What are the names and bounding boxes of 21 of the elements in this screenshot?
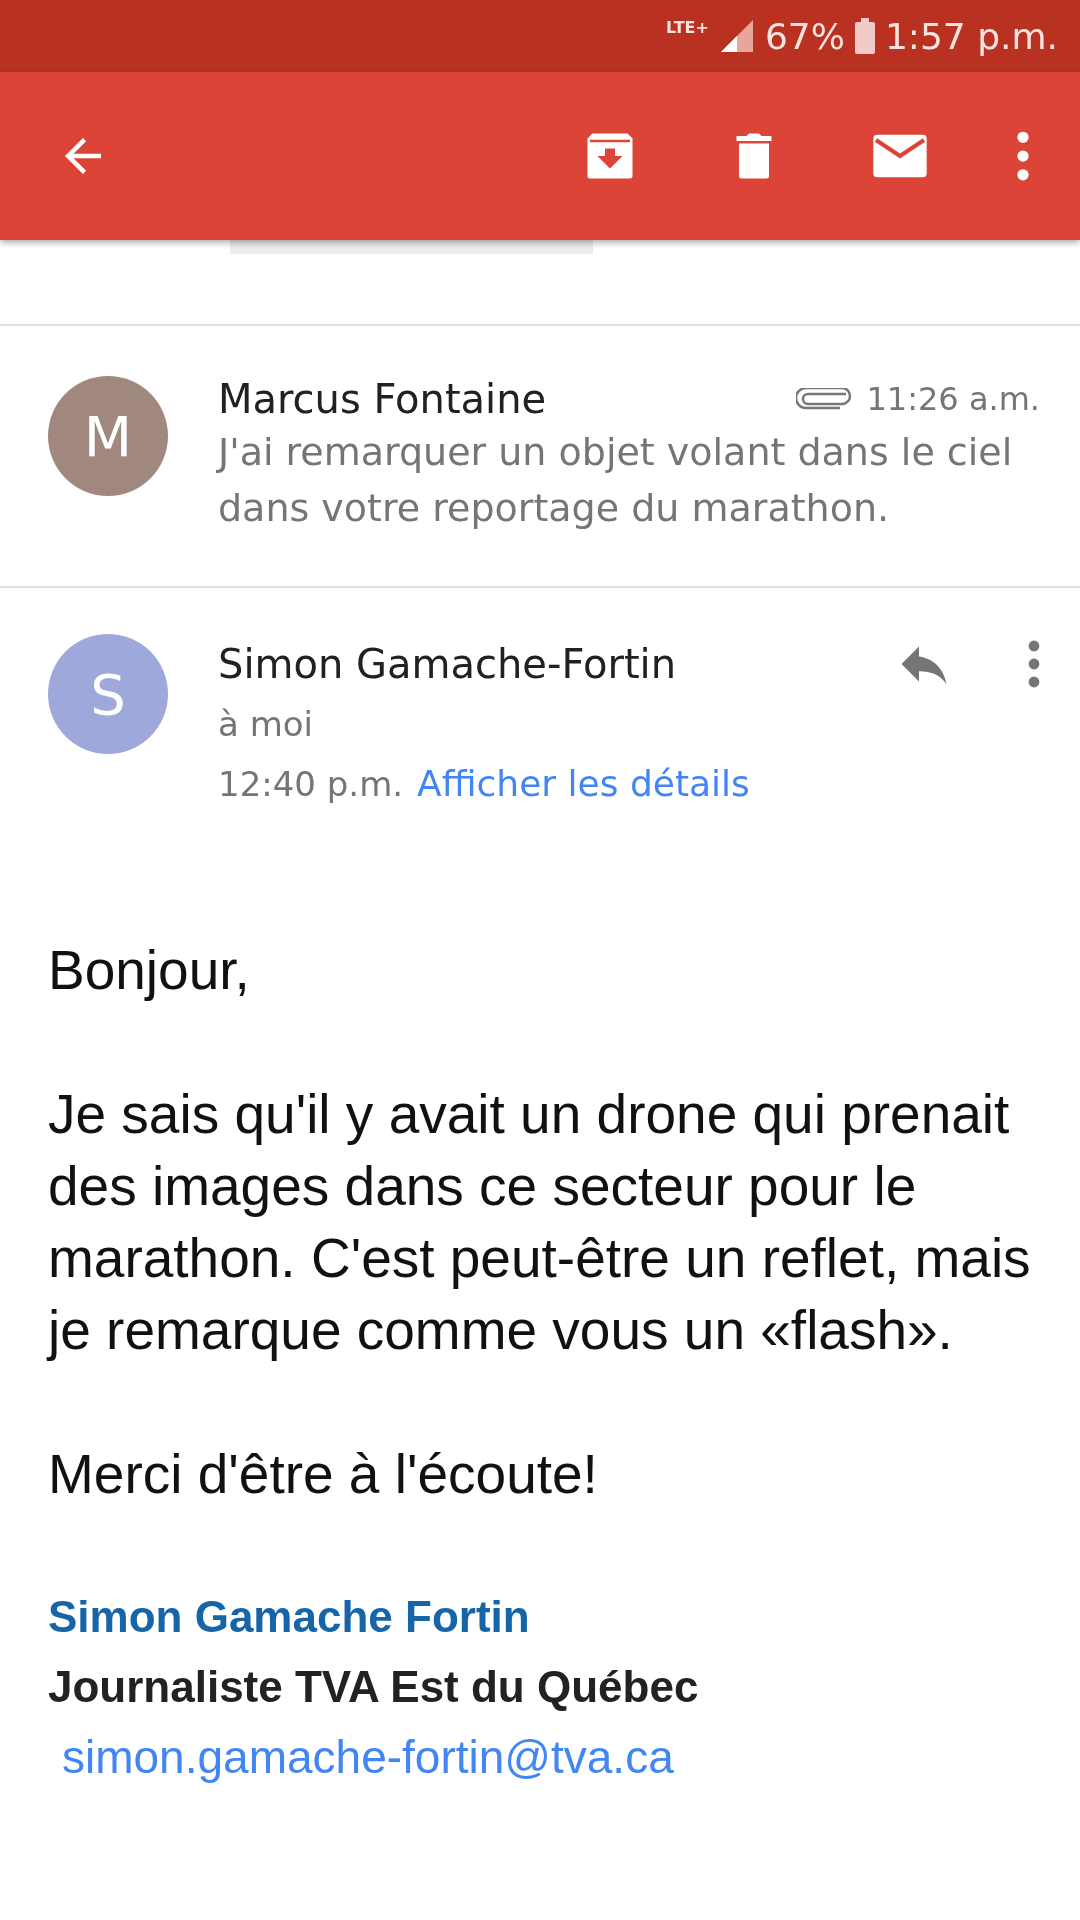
more-icon[interactable] [1016, 131, 1030, 181]
avatar: S [48, 634, 168, 754]
email-link[interactable]: simon.gamache-fortin@tva.ca [62, 1731, 674, 1783]
network-type: LTE+ [666, 18, 709, 37]
battery-percent: 67% [764, 15, 845, 57]
message-snippet: J'ai remarquer un objet volant dans le ciel dans votre reportage du marathon. [218, 429, 1014, 532]
message-time: 11:26 a.m. [866, 380, 1040, 418]
avatar: M [48, 376, 168, 496]
recipient-label: à moi [218, 703, 314, 746]
body-paragraph: Bonjour, [48, 938, 251, 1003]
clock: 1:57 p.m. [884, 15, 1058, 57]
signature-name: Simon Gamache Fortin [48, 1591, 531, 1643]
body-paragraph: Merci d'être à l'écoute! [48, 1442, 599, 1507]
sender-name: Simon Gamache-Fortin [218, 641, 677, 687]
body-paragraph: Je sais qu'il y avait un drone qui prenait des images dans ce secteur pour le marathon. C'est peut-être un reflet, mais je remarque comme vous un «flash». [48, 1082, 1032, 1363]
message-time: 12:40 p.m. [218, 763, 404, 806]
battery-icon [854, 18, 875, 54]
more-icon[interactable] [1028, 640, 1040, 688]
details-link[interactable]: Afficher les détails [417, 763, 750, 804]
signature-title: Journaliste TVA Est du Québec [48, 1661, 700, 1713]
sender-name: Marcus Fontaine [218, 376, 547, 422]
